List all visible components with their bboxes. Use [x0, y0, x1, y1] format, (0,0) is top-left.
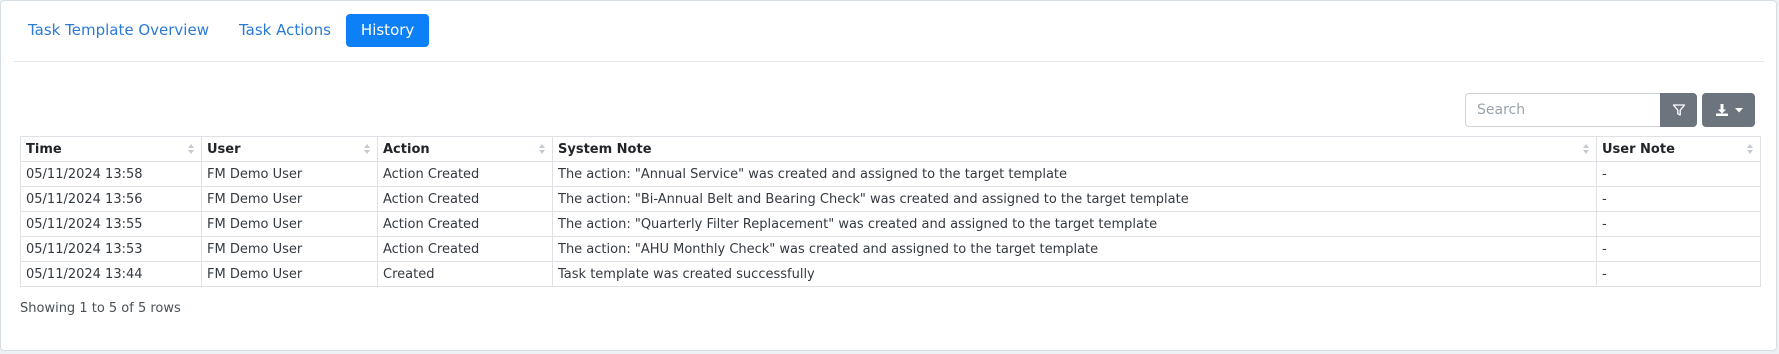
column-header-system-note[interactable]: System Note	[552, 136, 1597, 162]
column-header-time[interactable]: Time	[20, 136, 202, 162]
table-row: 05/11/2024 13:58 FM Demo User Action Cre…	[20, 161, 1761, 187]
cell-user: FM Demo User	[201, 186, 378, 212]
cell-action: Created	[377, 261, 553, 287]
cell-user-note: -	[1596, 161, 1761, 187]
table-toolbar	[1465, 93, 1755, 127]
tab-divider	[13, 61, 1764, 62]
filter-button[interactable]	[1660, 93, 1697, 127]
table-row: 05/11/2024 13:53 FM Demo User Action Cre…	[20, 236, 1761, 262]
column-header-user[interactable]: User	[201, 136, 378, 162]
cell-action: Action Created	[377, 186, 553, 212]
cell-user: FM Demo User	[201, 211, 378, 237]
tab-task-actions[interactable]: Task Actions	[224, 14, 346, 47]
sort-icon	[1747, 144, 1753, 154]
export-dropdown-button[interactable]	[1702, 93, 1755, 127]
caret-down-icon	[1734, 107, 1743, 112]
cell-system-note: The action: "Quarterly Filter Replacemen…	[552, 211, 1597, 237]
column-header-user-note[interactable]: User Note	[1596, 136, 1761, 162]
cell-user-note: -	[1596, 211, 1761, 237]
table-row: 05/11/2024 13:55 FM Demo User Action Cre…	[20, 211, 1761, 237]
cell-user: FM Demo User	[201, 261, 378, 287]
cell-action: Action Created	[377, 161, 553, 187]
cell-user-note: -	[1596, 261, 1761, 287]
cell-action: Action Created	[377, 211, 553, 237]
tab-history[interactable]: History	[345, 14, 430, 47]
cell-time: 05/11/2024 13:44	[20, 261, 202, 287]
cell-user-note: -	[1596, 186, 1761, 212]
column-header-action[interactable]: Action	[377, 136, 553, 162]
cell-user: FM Demo User	[201, 236, 378, 262]
cell-time: 05/11/2024 13:53	[20, 236, 202, 262]
sort-icon	[539, 144, 545, 154]
filter-icon	[1672, 104, 1685, 116]
cell-time: 05/11/2024 13:55	[20, 211, 202, 237]
cell-system-note: The action: "AHU Monthly Check" was crea…	[552, 236, 1597, 262]
cell-system-note: Task template was created successfully	[552, 261, 1597, 287]
sort-icon	[1583, 144, 1589, 154]
table-header-row: Time User Action System Note User Note	[20, 136, 1761, 162]
history-table: Time User Action System Note User Note 0…	[20, 136, 1761, 287]
cell-user-note: -	[1596, 236, 1761, 262]
table-row: 05/11/2024 13:44 FM Demo User Created Ta…	[20, 261, 1761, 287]
pagination-summary: Showing 1 to 5 of 5 rows	[20, 301, 181, 316]
cell-system-note: The action: "Annual Service" was created…	[552, 161, 1597, 187]
search-input[interactable]	[1465, 93, 1660, 127]
cell-user: FM Demo User	[201, 161, 378, 187]
sort-icon	[364, 144, 370, 154]
cell-time: 05/11/2024 13:58	[20, 161, 202, 187]
tab-bar: Task Template Overview Task Actions Hist…	[13, 14, 430, 47]
cell-system-note: The action: "Bi-Annual Belt and Bearing …	[552, 186, 1597, 212]
sort-icon	[188, 144, 194, 154]
history-card: Task Template Overview Task Actions Hist…	[0, 0, 1777, 351]
download-icon	[1715, 104, 1728, 116]
table-row: 05/11/2024 13:56 FM Demo User Action Cre…	[20, 186, 1761, 212]
tab-task-template-overview[interactable]: Task Template Overview	[13, 14, 224, 47]
cell-action: Action Created	[377, 236, 553, 262]
cell-time: 05/11/2024 13:56	[20, 186, 202, 212]
